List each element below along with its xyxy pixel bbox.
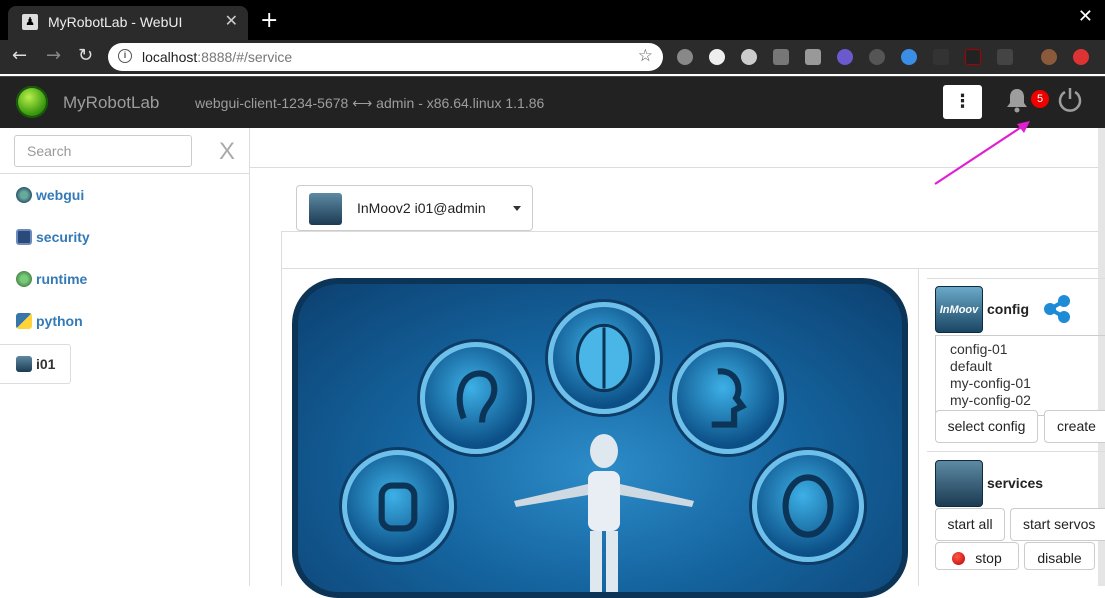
hand-glyph [378,482,418,532]
browser-toolbar: ← → ↻ i localhost:8888/#/service ☆ [0,40,1105,74]
url-text: localhost:8888/#/service [142,49,292,65]
service-selector-dropdown[interactable]: InMoov2 i01@admin [296,185,533,231]
chevron-down-icon [513,206,521,211]
main-content: InMoov2 i01@admin InMoov config config-0… [250,128,1105,598]
menu-button[interactable]: ⋮ [943,85,982,119]
extension-cloud-icon[interactable] [901,49,917,65]
select-config-button[interactable]: select config [935,410,1038,443]
sidebar-item-i01[interactable]: i01 [0,344,71,384]
config-title: config [987,301,1029,317]
sidebar-item-runtime[interactable]: runtime [16,271,87,287]
sidebar-divider [0,173,250,174]
notification-badge[interactable]: 5 [1031,90,1049,108]
url-host: localhost [142,49,198,65]
start-servos-button[interactable]: start servos [1010,508,1105,541]
runtime-icon [16,271,32,287]
panel-divider [918,269,919,586]
sidebar-item-label: python [36,313,83,329]
sidebar-item-security[interactable]: security [16,229,90,245]
browser-tab[interactable]: ♟ MyRobotLab - WebUI ✕ [8,6,248,40]
extension-g-icon[interactable] [773,49,789,65]
window-close-button[interactable]: ✕ [1078,6,1093,27]
gesture-hand-icon[interactable] [342,450,454,562]
extension-react-icon[interactable] [869,49,885,65]
sidebar-item-label: runtime [36,271,88,287]
new-tab-button[interactable]: + [260,8,278,33]
stop-button[interactable]: stop [935,542,1019,570]
create-config-button[interactable]: create [1044,410,1105,443]
extension-gear-icon[interactable] [677,49,693,65]
share-icon[interactable] [1042,294,1072,324]
client-info: webgui-client-1234-5678 ⟷ admin - x86.64… [195,95,545,111]
start-all-button[interactable]: start all [935,508,1005,541]
sidebar: X webgui security runtime python i01 [0,128,250,586]
notification-bell-icon[interactable] [1006,87,1028,113]
update-icon[interactable] [1073,49,1089,65]
extension-h-icon[interactable] [965,49,981,65]
services-title: services [987,475,1044,491]
sidebar-item-python[interactable]: python [16,313,83,329]
lock-icon [16,229,32,245]
sidebar-item-label: security [36,229,90,245]
globe-icon [16,187,32,203]
inmoov-service-icon [309,193,342,225]
inmoov-services-icon [935,460,983,507]
search-input[interactable] [14,135,192,167]
tab-favicon-icon: ♟ [22,14,38,30]
panel-separator [927,278,1105,279]
brain-glyph [575,323,633,393]
extension-w-icon[interactable] [837,49,853,65]
brand-title[interactable]: MyRobotLab [63,93,159,113]
browser-tabstrip: ♟ MyRobotLab - WebUI ✕ + ✕ [0,0,1105,40]
bookmark-star-icon[interactable]: ☆ [638,46,653,66]
extension-dot-icon[interactable] [741,49,757,65]
profile-avatar[interactable] [1041,49,1057,65]
disable-button[interactable]: disable [1024,542,1095,570]
forward-button[interactable]: → [46,45,61,66]
robot-face-glyph [782,474,834,538]
extension-robot-icon[interactable] [997,49,1013,65]
reload-button[interactable]: ↻ [78,45,93,66]
robot-figure-icon [514,434,694,592]
config-list[interactable]: config-01 default my-config-01 my-config… [935,335,1105,416]
sidebar-item-webgui[interactable]: webgui [16,187,84,203]
inmoov-config-icon: InMoov [935,286,983,333]
tab-title: MyRobotLab - WebUI [48,14,183,30]
address-bar[interactable]: i localhost:8888/#/service ☆ [108,43,663,71]
config-option[interactable]: my-config-02 [950,392,1105,409]
extension-circle-icon[interactable] [709,49,725,65]
annotation-arrow-icon [934,121,1030,185]
face-icon[interactable] [752,450,864,562]
extension-terminal-icon[interactable] [933,49,949,65]
sidebar-item-label: i01 [36,356,56,372]
stop-button-label: stop [975,550,1002,566]
site-info-icon[interactable]: i [118,49,132,63]
tab-close-button[interactable]: ✕ [225,11,238,30]
extension-copy-icon[interactable] [805,49,821,65]
power-icon[interactable] [1057,87,1083,113]
stop-record-icon [952,552,966,565]
python-icon [16,313,32,329]
clear-search-button[interactable]: X [219,138,235,166]
config-option[interactable]: default [950,358,1105,375]
mrl-logo-icon[interactable] [16,86,48,118]
config-option[interactable]: config-01 [950,341,1105,358]
url-path: :8888/#/service [197,49,293,65]
back-button[interactable]: ← [12,45,27,66]
inmoov-hero-image [292,278,908,598]
sidebar-item-label: webgui [36,187,85,203]
panel-heading [281,231,1098,269]
brain-icon[interactable] [548,302,660,414]
inmoov-icon [16,356,32,372]
panel-separator [927,451,1105,452]
config-option[interactable]: my-config-01 [950,375,1105,392]
service-selector-label: InMoov2 i01@admin [357,200,486,216]
